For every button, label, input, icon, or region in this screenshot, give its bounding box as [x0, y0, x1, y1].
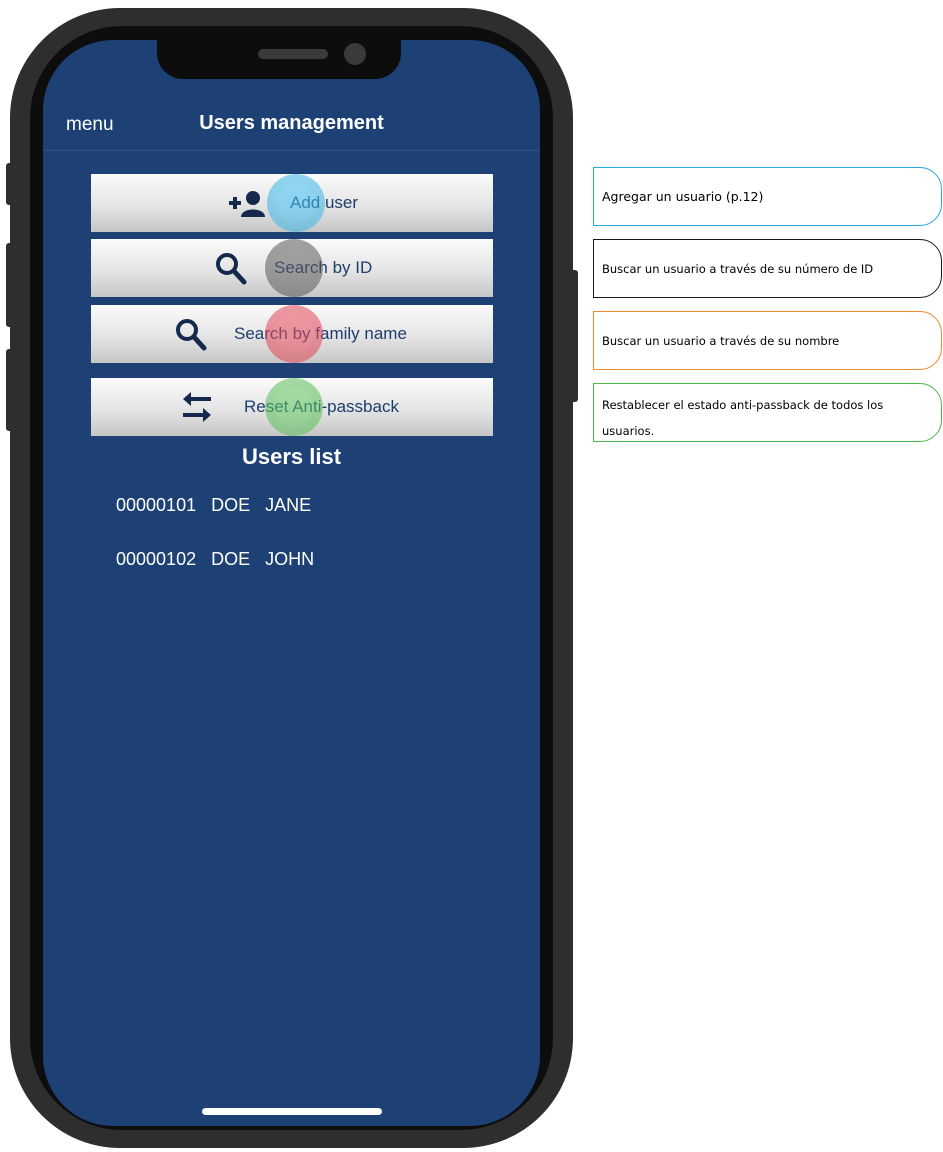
callout-text: Buscar un usuario a través de su número …	[602, 261, 874, 276]
touch-indicator	[265, 239, 323, 297]
page-title: Users management	[199, 112, 384, 134]
callout-text: Buscar un usuario a través de su nombre	[602, 333, 840, 348]
side-button-mute	[6, 163, 14, 205]
user-id: 00000102	[116, 549, 197, 569]
users-list-title: Users list	[241, 444, 342, 469]
list-item[interactable]: 00000101 DOE JANE	[116, 495, 311, 516]
swap-arrows-icon	[179, 378, 215, 436]
user-id: 00000101	[116, 495, 197, 515]
search-by-family-name-button[interactable]: Search by family name	[91, 305, 493, 363]
add-user-button[interactable]: Add user	[91, 174, 493, 232]
side-button-power	[570, 270, 578, 402]
nav-bar: menu Users management	[43, 100, 540, 151]
callout-search-by-id: Buscar un usuario a través de su número …	[593, 239, 942, 298]
search-icon	[175, 305, 207, 363]
search-by-id-button[interactable]: Search by ID	[91, 239, 493, 297]
touch-indicator	[267, 174, 325, 232]
reset-anti-passback-button[interactable]: Reset Anti-passback	[91, 378, 493, 436]
side-button-volume-down	[6, 349, 14, 431]
add-user-icon	[227, 174, 269, 232]
user-family-name: DOE	[211, 495, 251, 515]
touch-indicator	[265, 305, 323, 363]
callout-reset-anti-passback: Restablecer el estado anti-passback de t…	[593, 383, 942, 442]
callout-add-user: Agregar un usuario (p.12)	[593, 167, 942, 226]
callout-text: Agregar un usuario (p.12)	[602, 189, 764, 204]
user-family-name: DOE	[211, 549, 251, 569]
user-first-name: JANE	[265, 495, 312, 515]
touch-indicator	[265, 378, 323, 436]
list-item[interactable]: 00000102 DOE JOHN	[116, 549, 314, 570]
search-icon	[215, 239, 247, 297]
speaker-grille	[258, 49, 328, 59]
callout-text: Restablecer el estado anti-passback de t…	[602, 398, 884, 438]
front-camera	[344, 43, 366, 65]
callout-search-by-name: Buscar un usuario a través de su nombre	[593, 311, 942, 370]
side-button-volume-up	[6, 243, 14, 327]
user-first-name: JOHN	[265, 549, 315, 569]
home-indicator	[202, 1108, 382, 1115]
